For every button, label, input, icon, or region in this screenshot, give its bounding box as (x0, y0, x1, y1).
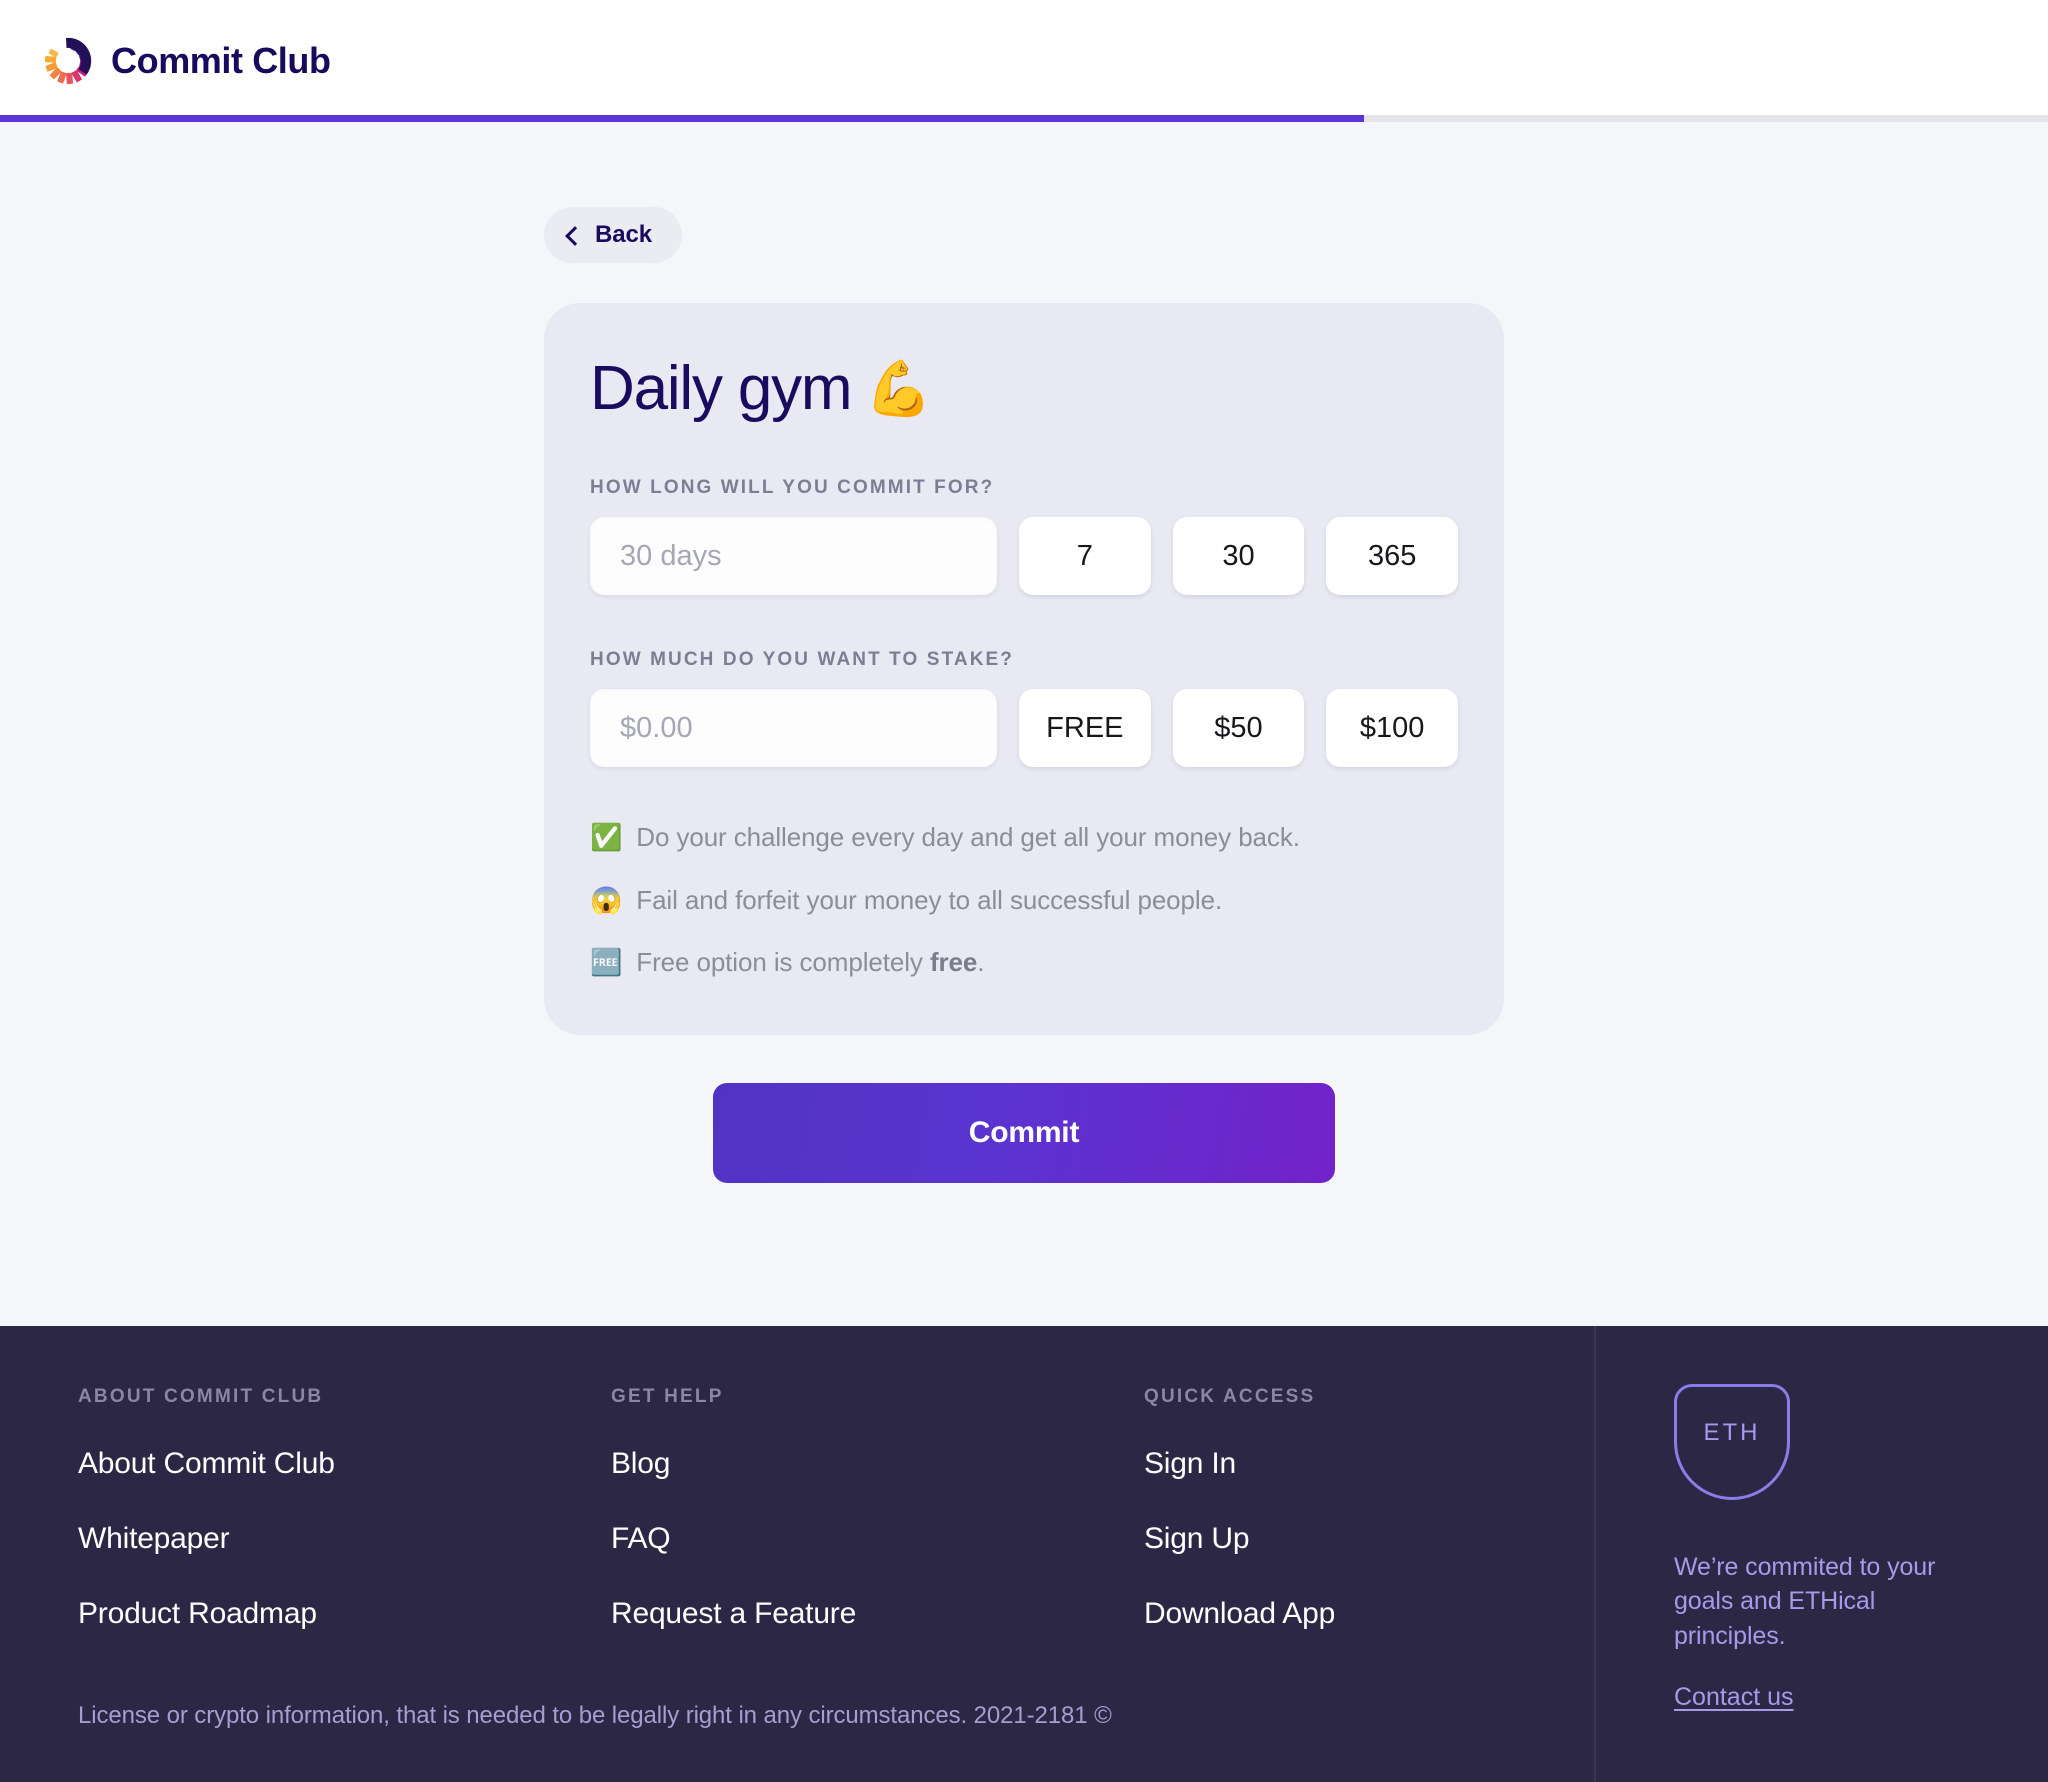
duration-input[interactable] (590, 517, 997, 596)
rule-text-2-bold: free (929, 947, 978, 978)
brand-logo-link[interactable]: Commit Club (42, 35, 331, 87)
footer-link-request-a-feature[interactable]: Request a Feature (611, 1597, 856, 1631)
rule-text-1: Fail and forfeit your money to all succe… (636, 884, 1223, 915)
commit-club-circular-dashes-logo-icon (42, 35, 94, 87)
rule-text-2: Free option is completely free. (636, 946, 984, 979)
stake-options-row: FREE $50 $100 (590, 689, 1458, 768)
site-footer: About Commit Club About Commit Club Whit… (0, 1326, 2048, 1782)
rule-text-2-suffix: . (977, 947, 985, 978)
footer-heading-about: About Commit Club (78, 1386, 324, 1407)
footer-eth-panel: ETH We’re commited to your goals and ETH… (1594, 1326, 2048, 1782)
list-item: 😱 Fail and forfeit your money to all suc… (590, 884, 1458, 917)
free-button-emoji: 🆓 (590, 947, 623, 978)
page-title: Daily gym 💪 (590, 354, 1458, 423)
app-header: Commit Club (0, 0, 2048, 122)
duration-field-label: How long will you commit for? (590, 477, 995, 499)
stake-option-2[interactable]: $100 (1326, 689, 1458, 768)
screaming-face-emoji: 😱 (590, 884, 623, 915)
chevron-left-icon (565, 225, 585, 246)
commit-button-wrap: Commit (544, 1082, 1504, 1183)
duration-options-row: 7 30 365 (590, 517, 1458, 596)
stake-input[interactable] (590, 689, 997, 768)
stake-option-0[interactable]: FREE (1019, 689, 1151, 768)
commit-button[interactable]: Commit (713, 1082, 1335, 1183)
stake-field-label: How much do you want to stake? (590, 649, 1014, 671)
content-column: Back Daily gym 💪 How long will you commi… (544, 207, 1504, 1183)
rule-text-2-prefix: Free option is completely (636, 947, 930, 978)
footer-column-about: About Commit Club About Commit Club Whit… (78, 1386, 611, 1631)
footer-link-whitepaper[interactable]: Whitepaper (78, 1522, 230, 1556)
duration-option-2[interactable]: 365 (1326, 517, 1458, 596)
list-item: ✅ Do your challenge every day and get al… (590, 821, 1458, 854)
footer-column-quick-access: Quick Access Sign In Sign Up Download Ap… (1144, 1386, 1335, 1631)
contact-us-link[interactable]: Contact us (1674, 1683, 1794, 1712)
check-mark-button-emoji: ✅ (590, 822, 623, 853)
footer-link-faq[interactable]: FAQ (611, 1522, 671, 1556)
footer-main: About Commit Club About Commit Club Whit… (0, 1326, 1594, 1782)
page-progress-fill (0, 115, 1364, 122)
list-item: 🆓 Free option is completely free. (590, 946, 1458, 979)
footer-link-blog[interactable]: Blog (611, 1447, 670, 1481)
eth-shield-label: ETH (1703, 1419, 1761, 1446)
footer-legal-text: License or crypto information, that is n… (78, 1702, 1112, 1729)
footer-columns: About Commit Club About Commit Club Whit… (78, 1386, 1594, 1631)
app-root: Commit Club Back Daily gym 💪 How long wi… (0, 0, 2048, 1782)
footer-vertical-divider (1594, 1326, 1596, 1782)
main-content: Back Daily gym 💪 How long will you commi… (0, 122, 2048, 1326)
back-button[interactable]: Back (544, 207, 682, 263)
footer-heading-help: Get Help (611, 1386, 724, 1407)
footer-column-help: Get Help Blog FAQ Request a Feature (611, 1386, 1144, 1631)
stake-option-1[interactable]: $50 (1172, 689, 1305, 768)
eth-shield-icon: ETH (1674, 1384, 1790, 1500)
rules-list: ✅ Do your challenge every day and get al… (590, 821, 1458, 979)
brand-title: Commit Club (111, 40, 331, 81)
rule-text-0: Do your challenge every day and get all … (636, 822, 1300, 853)
footer-link-about-commit-club[interactable]: About Commit Club (78, 1447, 335, 1481)
footer-link-product-roadmap[interactable]: Product Roadmap (78, 1597, 317, 1631)
page-title-text: Daily gym (590, 354, 853, 423)
commitment-card: Daily gym 💪 How long will you commit for… (544, 303, 1504, 1035)
footer-link-sign-in[interactable]: Sign In (1144, 1447, 1236, 1481)
footer-heading-quick-access: Quick Access (1144, 1386, 1316, 1407)
footer-link-download-app[interactable]: Download App (1144, 1597, 1335, 1631)
duration-option-1[interactable]: 30 (1172, 517, 1305, 596)
flexed-biceps-emoji: 💪 (865, 359, 932, 420)
footer-link-sign-up[interactable]: Sign Up (1144, 1522, 1250, 1556)
back-button-label: Back (595, 221, 652, 248)
page-progress-bar (0, 115, 2048, 122)
eth-tagline: We’re commited to your goals and ETHical… (1674, 1553, 1936, 1650)
duration-option-0[interactable]: 7 (1019, 517, 1151, 596)
